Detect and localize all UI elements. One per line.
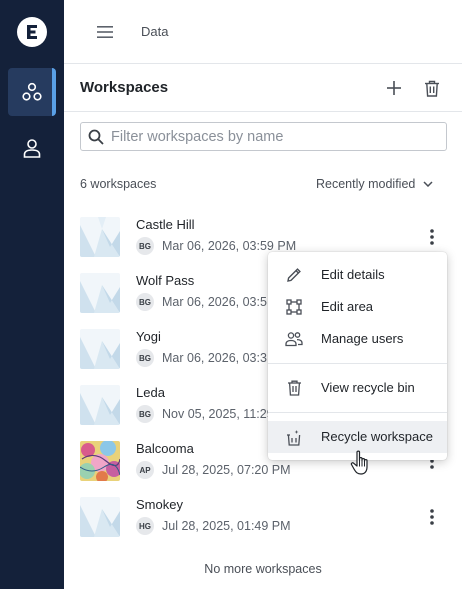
more-vertical-icon <box>430 509 434 525</box>
modified-date: Mar 06, 2026, 03:59 PM <box>162 239 297 253</box>
menu-item-label: Edit area <box>321 299 374 314</box>
breadcrumb[interactable]: Data <box>141 24 168 39</box>
modified-date: Jul 28, 2025, 01:49 PM <box>162 519 291 533</box>
plus-icon <box>387 81 401 95</box>
owner-avatar: BG <box>136 293 154 311</box>
workspace-name: Leda <box>136 385 165 400</box>
menu-divider <box>268 363 447 364</box>
users-icon <box>285 330 303 348</box>
trash-icon <box>285 379 303 397</box>
nav-item-account[interactable] <box>8 124 56 172</box>
menu-item-edit-details[interactable]: Edit details <box>268 259 447 291</box>
more-vertical-icon <box>430 229 434 245</box>
workspace-count: 6 workspaces <box>80 177 157 191</box>
modified-date: Nov 05, 2025, 11:29 <box>162 407 274 421</box>
workspace-thumbnail <box>80 385 120 425</box>
owner-avatar: AP <box>136 461 154 479</box>
workspace-name: Yogi <box>136 329 161 344</box>
app-logo[interactable] <box>17 17 47 47</box>
top-bar: Data <box>64 0 462 64</box>
recycle-bin-button[interactable] <box>420 76 444 100</box>
recycle-trash-icon <box>285 428 303 446</box>
search-input[interactable] <box>111 126 431 147</box>
owner-avatar: BG <box>136 237 154 255</box>
menu-divider <box>268 412 447 413</box>
workspaces-icon <box>22 82 42 101</box>
workspace-name: Balcooma <box>136 441 194 456</box>
menu-item-label: Edit details <box>321 267 385 282</box>
end-of-list-note: No more workspaces <box>204 562 322 576</box>
menu-item-label: Recycle workspace <box>321 429 433 444</box>
chevron-down-icon <box>423 181 433 187</box>
sort-label: Recently modified <box>316 177 416 191</box>
menu-item-recycle-workspace[interactable]: Recycle workspace <box>268 421 447 453</box>
workspace-context-menu: Edit details Edit area Manage users View… <box>268 252 447 460</box>
hamburger-menu-button[interactable] <box>94 22 116 42</box>
modified-date: Mar 06, 2026, 03:5 <box>162 295 267 309</box>
menu-item-view-recycle-bin[interactable]: View recycle bin <box>268 372 447 404</box>
page-title: Workspaces <box>80 79 169 96</box>
search-icon <box>88 129 104 145</box>
workspace-menu-button[interactable] <box>422 505 442 529</box>
workspace-row[interactable]: Smokey HG Jul 28, 2025, 01:49 PM <box>64 492 462 548</box>
workspace-name: Castle Hill <box>136 217 195 232</box>
menu-item-label: View recycle bin <box>321 380 415 395</box>
logo-e-icon <box>27 25 37 39</box>
modified-date: Mar 06, 2026, 03:3 <box>162 351 267 365</box>
workspace-thumbnail <box>80 329 120 369</box>
sort-dropdown[interactable]: Recently modified <box>316 175 433 193</box>
trash-icon <box>425 80 439 97</box>
workspace-thumbnail <box>80 497 120 537</box>
pencil-icon <box>285 266 303 284</box>
hamburger-icon <box>97 26 113 38</box>
add-workspace-button[interactable] <box>382 76 406 100</box>
user-icon <box>23 139 41 158</box>
workspace-thumbnail <box>80 273 120 313</box>
workspace-filter <box>80 122 447 151</box>
nav-item-workspaces[interactable] <box>8 68 56 116</box>
workspaces-header: Workspaces <box>64 64 462 112</box>
workspace-menu-button[interactable] <box>422 225 442 249</box>
workspace-name: Smokey <box>136 497 183 512</box>
hand-cursor-icon <box>350 450 368 475</box>
menu-item-manage-users[interactable]: Manage users <box>268 323 447 355</box>
polygon-area-icon <box>285 298 303 316</box>
owner-avatar: HG <box>136 517 154 535</box>
workspace-thumbnail <box>80 441 120 481</box>
menu-item-label: Manage users <box>321 331 404 346</box>
workspace-name: Wolf Pass <box>136 273 195 288</box>
nav-rail <box>0 0 64 589</box>
modified-date: Jul 28, 2025, 07:20 PM <box>162 463 291 477</box>
workspace-thumbnail <box>80 217 120 257</box>
owner-avatar: BG <box>136 405 154 423</box>
menu-item-edit-area[interactable]: Edit area <box>268 291 447 323</box>
owner-avatar: BG <box>136 349 154 367</box>
